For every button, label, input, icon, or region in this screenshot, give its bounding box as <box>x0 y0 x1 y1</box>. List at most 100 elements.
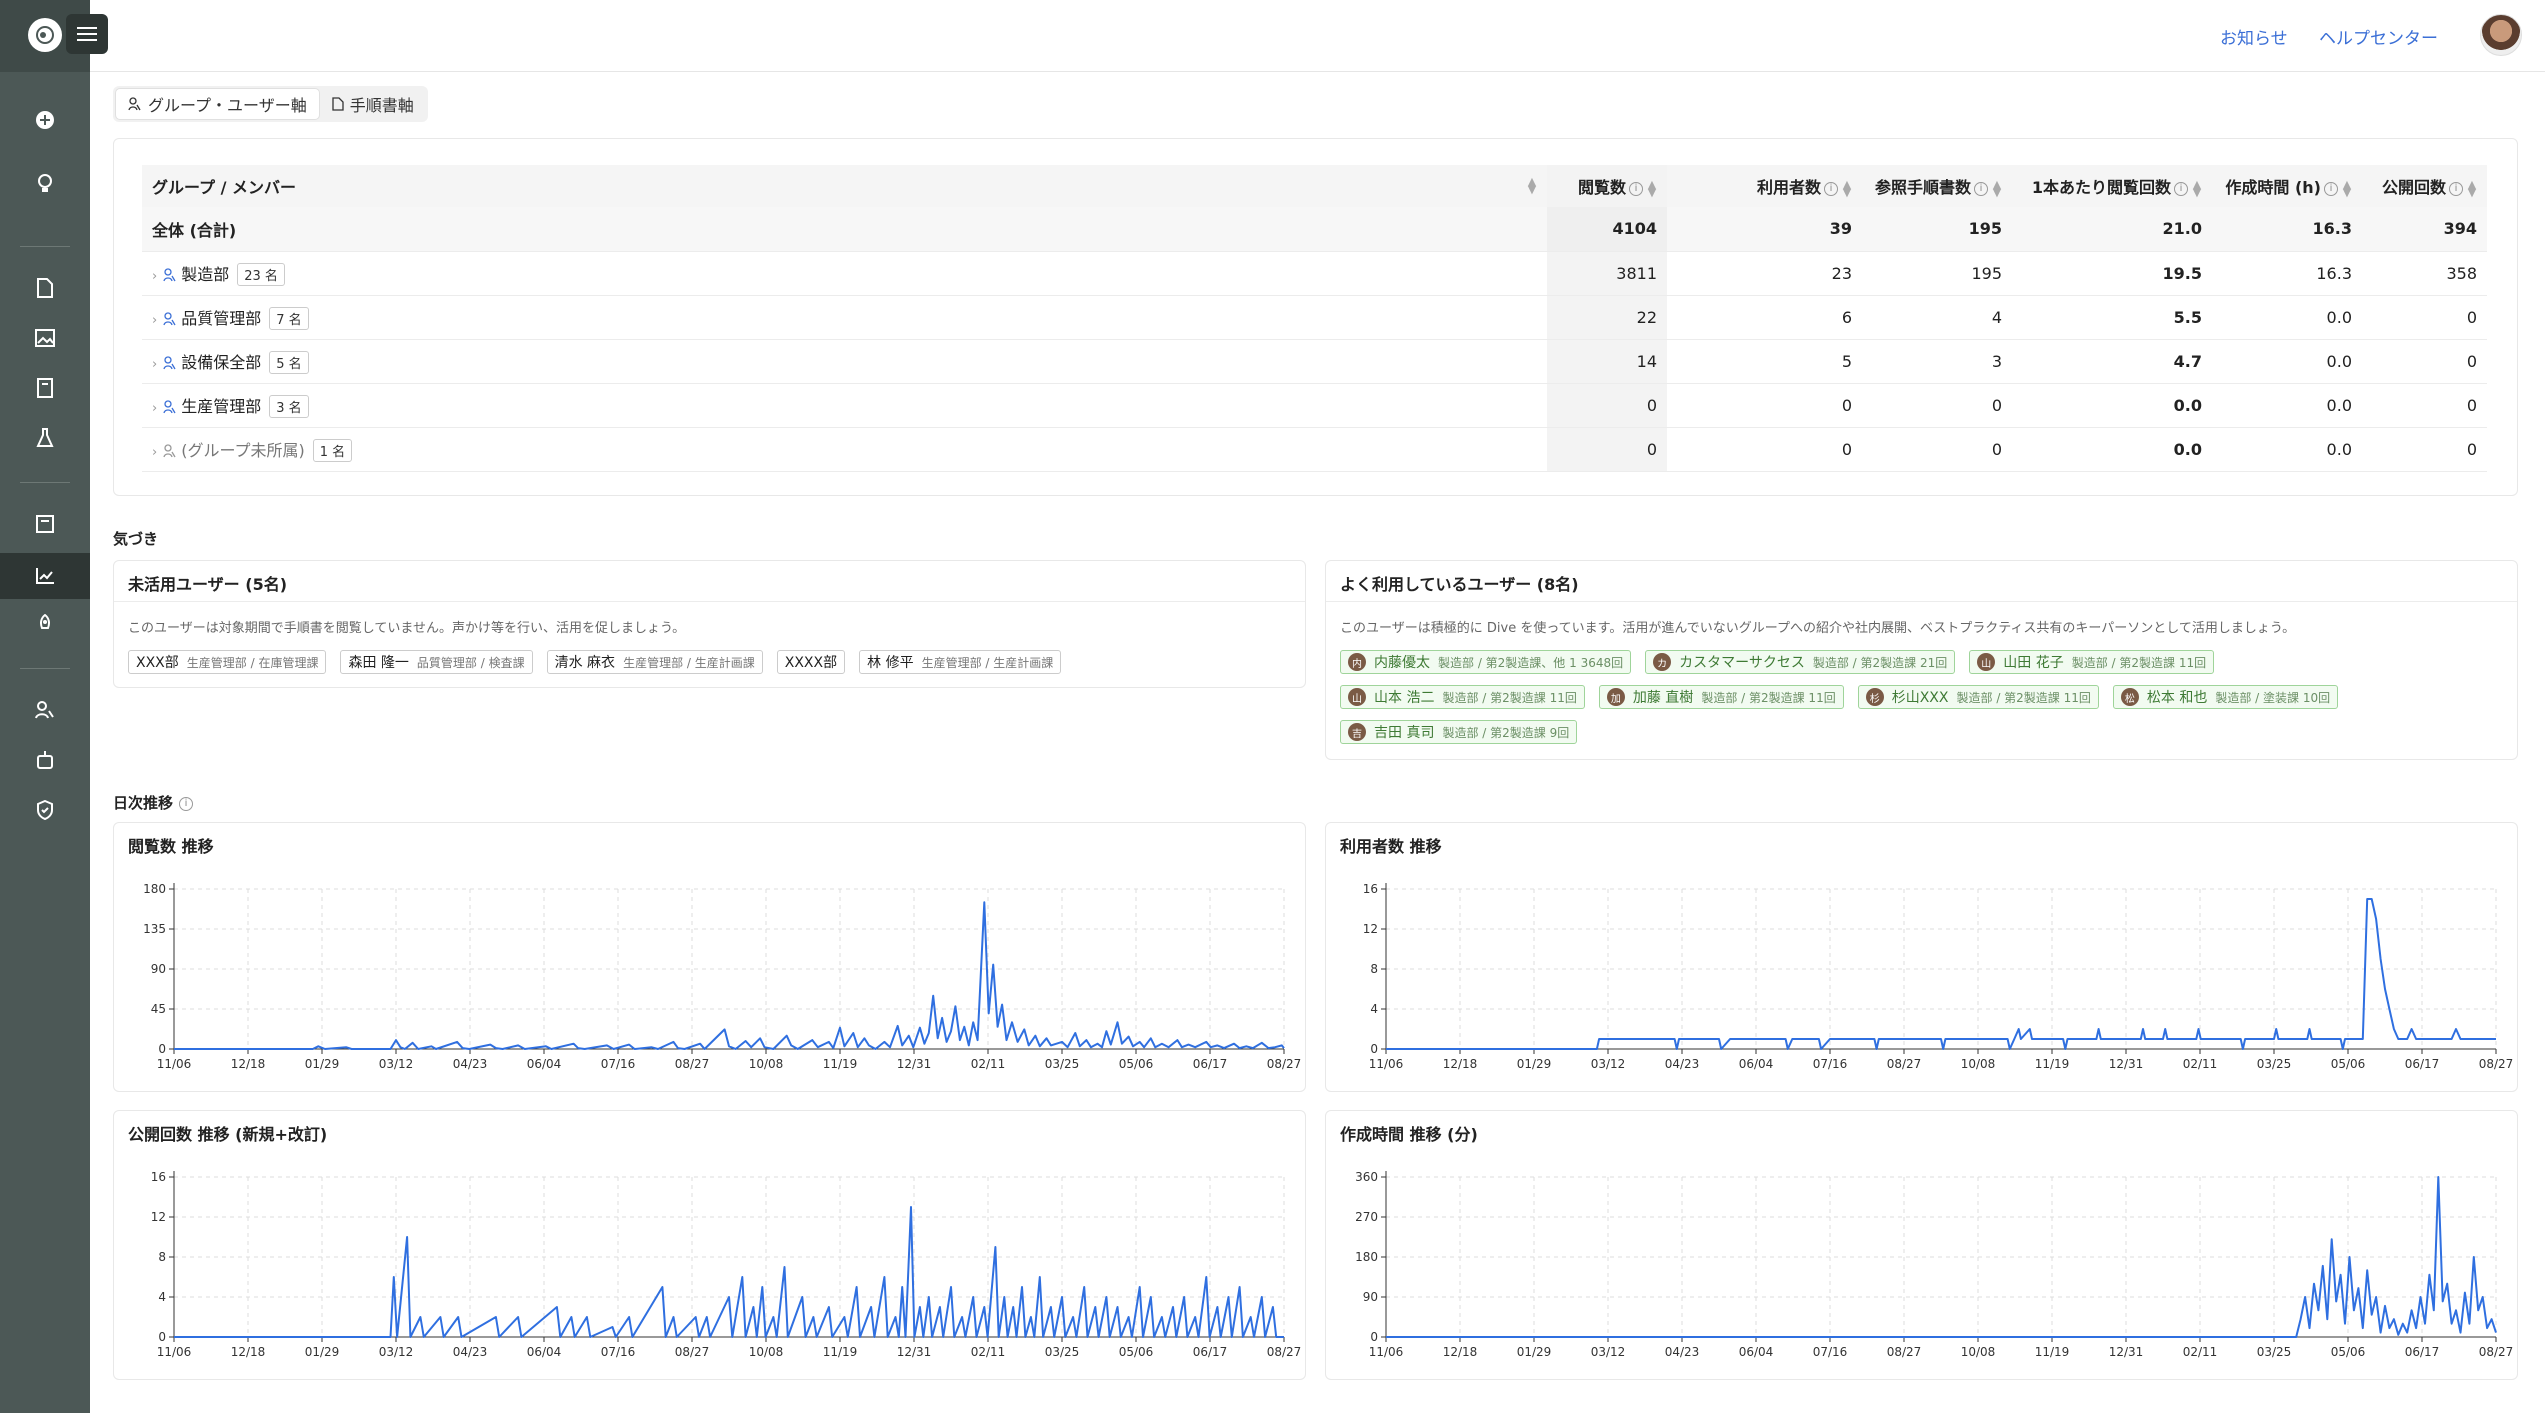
sort-icon[interactable]: ▲ ▼ <box>2192 179 2202 198</box>
cell-publish-count: 0 <box>2362 383 2487 428</box>
user-dept: 製造部 / 第2製造課、他 1 3648回 <box>1438 655 1624 670</box>
logo-icon[interactable] <box>28 18 62 52</box>
user-avatar[interactable] <box>2480 14 2522 56</box>
x-tick-label: 06/17 <box>1193 1057 1228 1071</box>
sort-icon[interactable]: ▲ ▼ <box>1842 179 1852 198</box>
sort-icon[interactable]: ▲ ▼ <box>2342 179 2352 198</box>
user-tag[interactable]: 吉吉田 真司 製造部 / 第2製造課 9回 <box>1340 720 1578 744</box>
group-icon <box>163 399 176 413</box>
info-icon[interactable]: i <box>179 796 194 811</box>
col-publish-count[interactable]: 公開回数 i ▲ ▼ <box>2362 165 2487 207</box>
user-tag[interactable]: 松松本 和也 製造部 / 塗装課 10回 <box>2112 685 2339 709</box>
table-row[interactable]: › 設備保全部 5 名 14 5 3 4.7 0.0 0 <box>142 339 2487 384</box>
info-icon[interactable]: i <box>1629 181 1643 196</box>
x-tick-label: 03/25 <box>2257 1345 2292 1359</box>
chevron-right-icon[interactable]: › <box>152 357 157 372</box>
group-name[interactable]: 品質管理部 <box>181 309 261 328</box>
sort-icon[interactable]: ▲ ▼ <box>1647 179 1657 198</box>
col-views-per-doc[interactable]: 1本あたり閲覧回数 i ▲ ▼ <box>2012 165 2212 207</box>
user-tag[interactable]: 清水 麻衣 生産管理部 / 生産計画課 <box>546 650 763 674</box>
table-row[interactable]: › 製造部 23 名 3811 23 195 19.5 16.3 358 <box>142 251 2487 296</box>
user-tag[interactable]: 山山本 浩二 製造部 / 第2製造課 11回 <box>1340 685 1585 709</box>
x-tick-label: 03/12 <box>379 1057 414 1071</box>
help-center-link[interactable]: ヘルプセンター <box>2319 24 2438 49</box>
rocket-icon[interactable] <box>27 606 63 642</box>
flask-icon[interactable] <box>27 420 63 456</box>
cell-procedures: 4 <box>1862 295 2012 340</box>
col-group-member[interactable]: グループ / メンバー ▲ ▼ <box>142 165 1547 207</box>
sort-icon[interactable]: ▲ ▼ <box>2467 179 2477 198</box>
top-bar: お知らせ ヘルプセンター <box>90 0 2545 72</box>
menu-toggle-icon[interactable] <box>66 14 108 54</box>
user-tag[interactable]: XXX部 生産管理部 / 在庫管理課 <box>128 650 327 674</box>
x-tick-label: 05/06 <box>1119 1057 1154 1071</box>
robot-icon[interactable] <box>27 742 63 778</box>
table-row[interactable]: › 品質管理部 7 名 22 6 4 5.5 0.0 0 <box>142 295 2487 340</box>
panel-divider <box>1326 601 2517 602</box>
info-icon[interactable]: i <box>2174 181 2188 196</box>
user-name: カスタマーサクセス <box>1679 655 1805 671</box>
info-icon[interactable]: i <box>1824 181 1838 196</box>
cell-views: 22 <box>1547 295 1667 340</box>
chevron-right-icon[interactable]: › <box>152 445 157 460</box>
user-tag[interactable]: カカスタマーサクセス 製造部 / 第2製造課 21回 <box>1645 650 1956 674</box>
info-icon[interactable]: i <box>1974 181 1988 196</box>
tab-group-user[interactable]: グループ・ユーザー軸 <box>115 88 320 120</box>
group-name[interactable]: 生産管理部 <box>181 397 261 416</box>
book-icon[interactable] <box>27 370 63 406</box>
tab-label: グループ・ユーザー軸 <box>148 96 307 115</box>
user-name: 杉山XXX <box>1891 690 1949 706</box>
x-tick-label: 05/06 <box>2331 1057 2366 1071</box>
group-name[interactable]: (グループ未所属) <box>181 441 305 460</box>
col-creation-time[interactable]: 作成時間 (h) i ▲ ▼ <box>2212 165 2362 207</box>
document-icon[interactable] <box>27 270 63 306</box>
group-name[interactable]: 製造部 <box>181 265 229 284</box>
notice-link[interactable]: お知らせ <box>2220 24 2288 49</box>
image-icon[interactable] <box>27 320 63 356</box>
user-tag[interactable]: 林 修平 生産管理部 / 生産計画課 <box>859 650 1062 674</box>
cell-creation-time: 0.0 <box>2212 339 2362 384</box>
add-icon[interactable] <box>27 102 63 138</box>
x-tick-label: 06/04 <box>1739 1057 1774 1071</box>
x-tick-label: 06/17 <box>2405 1057 2440 1071</box>
x-tick-label: 07/16 <box>1813 1345 1848 1359</box>
member-count-badge: 3 名 <box>269 394 309 418</box>
chart-publish: 公開回数 推移 (新規+改訂) 0 4 8 12 16 11/06 12/18 01/29 03… <box>113 1110 1306 1380</box>
user-tag[interactable]: 加加藤 直樹 製造部 / 第2製造課 11回 <box>1598 685 1844 709</box>
chart-icon[interactable] <box>27 558 63 594</box>
shield-icon[interactable] <box>27 792 63 828</box>
sort-icon[interactable]: ▲ ▼ <box>1527 176 1537 195</box>
user-tag[interactable]: XXXX部 <box>776 650 846 674</box>
user-tag[interactable]: 森田 隆一 品質管理部 / 検査課 <box>340 650 533 674</box>
user-tag[interactable]: 山山田 花子 製造部 / 第2製造課 11回 <box>1969 650 2215 674</box>
table-row[interactable]: › (グループ未所属) 1 名 0 0 0 0.0 0.0 0 <box>142 427 2487 472</box>
user-name: 松本 和也 <box>2146 690 2208 706</box>
cell-users: 23 <box>1667 251 1862 296</box>
x-tick-label: 11/06 <box>157 1057 192 1071</box>
calendar-icon[interactable] <box>27 506 63 542</box>
chevron-right-icon[interactable]: › <box>152 313 157 328</box>
view-tabs: グループ・ユーザー軸 手順書軸 <box>113 86 428 122</box>
col-users[interactable]: 利用者数 i ▲ ▼ <box>1667 165 1862 207</box>
table-row[interactable]: › 生産管理部 3 名 0 0 0 0.0 0.0 0 <box>142 383 2487 428</box>
cell-name: › 設備保全部 5 名 <box>142 339 1547 384</box>
x-tick-label: 07/16 <box>1813 1057 1848 1071</box>
col-procedures[interactable]: 参照手順書数 i ▲ ▼ <box>1862 165 2012 207</box>
sort-icon[interactable]: ▲ ▼ <box>1992 179 2002 198</box>
avatar: 松 <box>2120 688 2139 706</box>
users-icon[interactable] <box>27 692 63 728</box>
info-icon[interactable]: i <box>2324 181 2338 196</box>
user-name: XXXX部 <box>784 655 838 671</box>
daily-trend-title: 日次推移 i <box>113 792 194 813</box>
member-count-badge: 1 名 <box>312 438 353 462</box>
chevron-right-icon[interactable]: › <box>152 269 157 284</box>
group-name[interactable]: 設備保全部 <box>181 353 261 372</box>
chevron-right-icon[interactable]: › <box>152 401 157 416</box>
tab-procedure[interactable]: 手順書軸 <box>320 88 426 120</box>
lightbulb-icon[interactable] <box>27 166 63 202</box>
x-tick-label: 01/29 <box>1517 1345 1552 1359</box>
user-tag[interactable]: 杉杉山XXX 製造部 / 第2製造課 11回 <box>1857 685 2099 709</box>
info-icon[interactable]: i <box>2449 181 2463 196</box>
user-tag[interactable]: 内内藤優太 製造部 / 第2製造課、他 1 3648回 <box>1340 650 1632 674</box>
col-views[interactable]: 閲覧数 i ▲ ▼ <box>1547 165 1667 207</box>
